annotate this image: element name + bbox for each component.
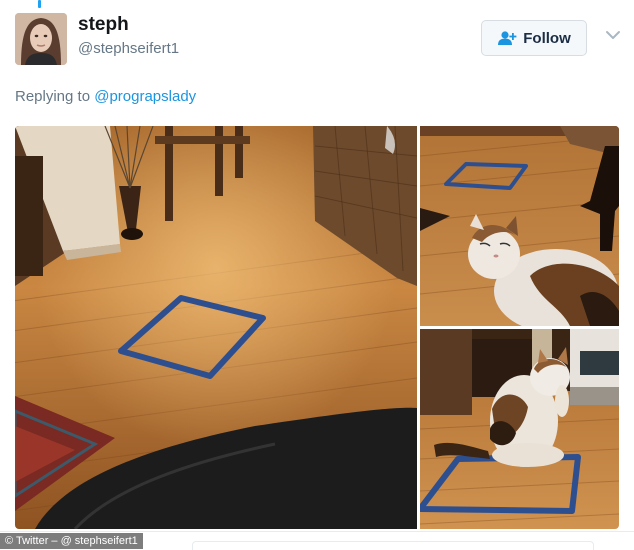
media-grid (15, 126, 619, 529)
avatar[interactable] (15, 13, 67, 65)
user-handle[interactable]: @stephseifert1 (78, 40, 179, 57)
reply-to-mention-link[interactable]: @prograpslady (94, 88, 196, 105)
follow-button-label: Follow (523, 29, 571, 47)
replying-to-line: Replying to @prograpslady (15, 88, 196, 105)
chevron-down-icon[interactable] (604, 28, 622, 42)
display-name[interactable]: steph (78, 14, 129, 36)
photo-tape-square-floor[interactable] (15, 126, 417, 529)
add-user-icon (498, 31, 517, 45)
replying-to-label: Replying to (15, 88, 91, 105)
photo-cat-near-tape-square[interactable] (420, 126, 619, 326)
avatar-image (15, 13, 67, 65)
thread-connector-line (38, 0, 41, 8)
follow-button[interactable]: Follow (481, 20, 587, 56)
photo-cat-sitting-in-tape-square[interactable] (420, 329, 619, 529)
image-credit: © Twitter – @ stephseifert1 (0, 533, 143, 549)
